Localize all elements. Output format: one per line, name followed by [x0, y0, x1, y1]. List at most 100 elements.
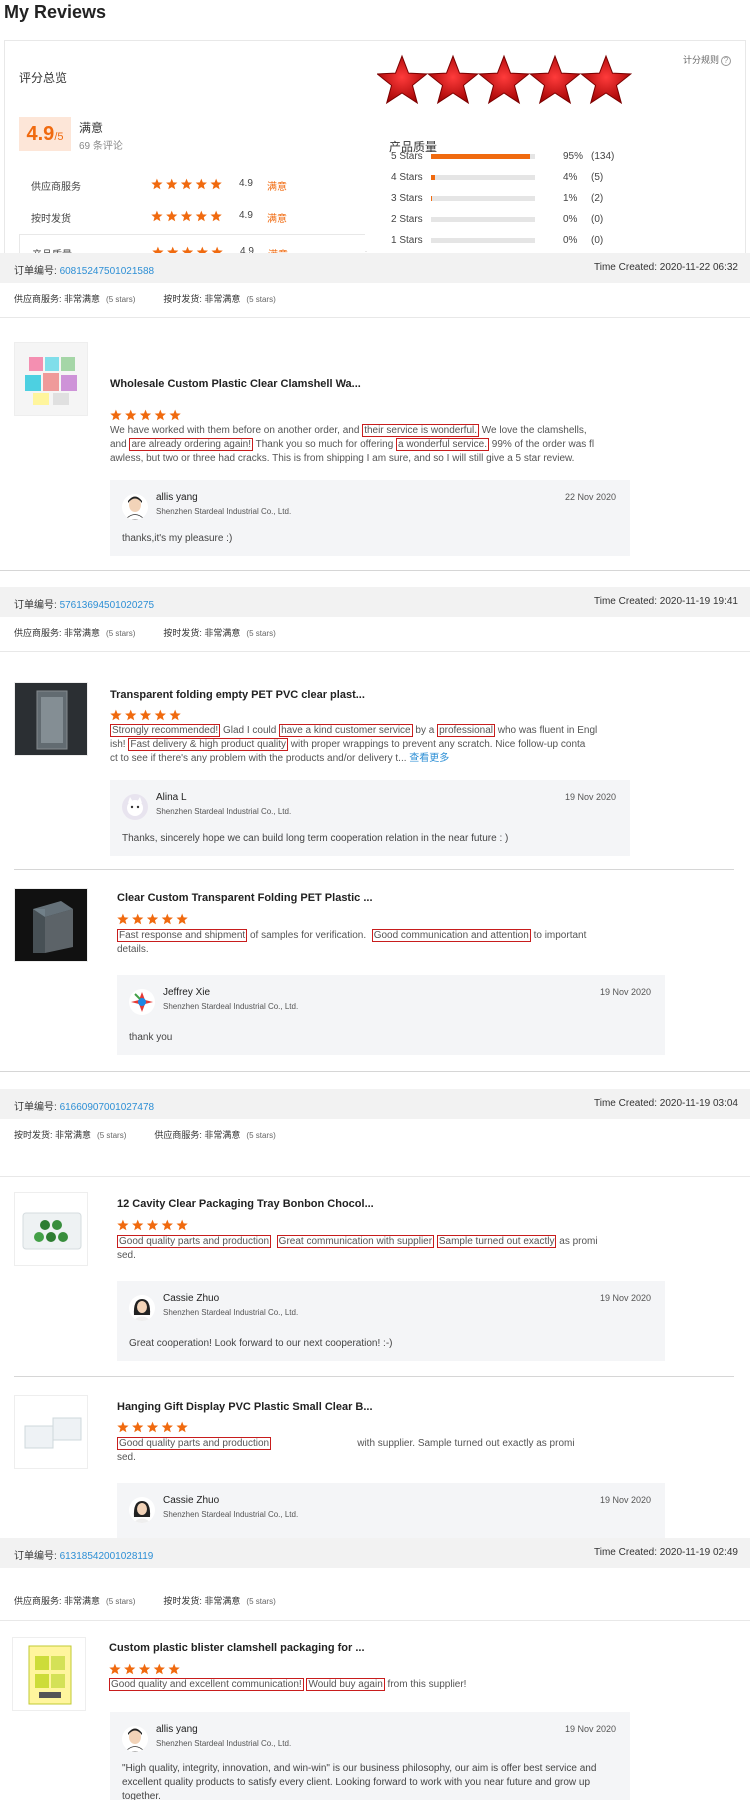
dimension-row-on-time[interactable]: 按时发货 4.9 满意 [19, 199, 365, 233]
distribution-count: (134) [591, 151, 615, 162]
product-title-link[interactable]: Custom plastic blister clamshell packagi… [109, 1642, 365, 1654]
star-icon [166, 210, 178, 222]
replier-company: Shenzhen Stardeal Industrial Co., Ltd. [163, 1308, 299, 1317]
review-text-segment: to important [530, 930, 587, 941]
supplier-reply: allis yang Shenzhen Stardeal Industrial C… [110, 480, 630, 556]
star-icon [117, 1421, 129, 1433]
product-thumbnail[interactable] [14, 682, 88, 756]
product-title-link[interactable]: Hanging Gift Display PVC Plastic Small C… [117, 1401, 373, 1413]
rating-dimension-label: 按时发货: [163, 628, 205, 638]
product-thumbnail[interactable] [14, 1192, 88, 1266]
distribution-percent: 0% [563, 235, 578, 246]
review-text-line: Strongly recommended! Glad I could have … [110, 724, 610, 738]
distribution-count: (0) [591, 235, 604, 246]
time-created: Time Created: 2020-11-19 02:49 [594, 1547, 738, 1558]
review-text-segment: 99% of the order was fl [488, 439, 595, 450]
supplier-reply: Cassie Zhuo Shenzhen Stardeal Industrial … [117, 1281, 665, 1361]
order-number-link[interactable]: 61660907001027478 [60, 1102, 155, 1113]
distribution-bar [431, 238, 535, 243]
order-number-label: 订单编号: [14, 1102, 60, 1113]
review-stars-icon [109, 1663, 180, 1675]
rating-dimension-label: 供应商服务: [14, 1596, 65, 1606]
star-icon [153, 1663, 165, 1675]
avatar [122, 494, 148, 520]
highlighted-phrase: Fast delivery & high product quality [128, 738, 288, 751]
highlighted-phrase: Good quality parts and production [117, 1235, 272, 1248]
review-count: 69 条评论 [79, 141, 123, 152]
highlighted-phrase: Fast response and shipment [117, 929, 248, 942]
star-icon [195, 178, 207, 190]
rating-dimension-label: 供应商服务: [14, 294, 65, 304]
big-stars-icon [377, 54, 632, 105]
distribution-row[interactable]: 1 Stars 0% (0) [391, 233, 711, 249]
review-text-segment: details. [117, 944, 149, 955]
divider [0, 317, 750, 318]
time-created-label: Time Created: [594, 262, 660, 273]
star-icon [124, 1663, 136, 1675]
product-thumbnail[interactable] [14, 342, 88, 416]
rating-dimension-label: 供应商服务: [154, 1130, 205, 1140]
rating-value: 非常满意 [64, 294, 101, 304]
order-number-link[interactable]: 60815247501021588 [60, 266, 155, 277]
review-text-segment: as promi [556, 1236, 598, 1247]
avatar [129, 1497, 155, 1523]
distribution-row[interactable]: 2 Stars 0% (0) [391, 212, 711, 228]
distribution-row[interactable]: 4 Stars 4% (5) [391, 170, 711, 186]
rating-stars-text: (5 stars) [106, 629, 136, 638]
divider [0, 651, 750, 652]
order-number-link[interactable]: 61318542001028119 [60, 1551, 154, 1562]
review-text-segment: ct to see if there's any problem with th… [110, 753, 410, 764]
order-number-link[interactable]: 57613694501020275 [60, 600, 155, 611]
distribution-bar-fill [431, 154, 530, 159]
star-icon [117, 1219, 129, 1231]
review-text-segment: from this supplier! [384, 1679, 467, 1690]
review-text-segment: Thank you so much for offering [253, 439, 397, 450]
rating-stars-text: (5 stars) [246, 629, 276, 638]
distribution-count: (5) [591, 172, 604, 183]
review-text: Good quality parts and production with s… [117, 1437, 637, 1465]
scoring-rules-link[interactable]: 计分规则? [683, 53, 731, 66]
distribution-label: 2 Stars [391, 214, 423, 225]
star-icon [146, 1219, 159, 1231]
star-icon [210, 210, 222, 222]
time-created-value: 2020-11-22 06:32 [659, 262, 738, 273]
dimension-label: 供应商服务 [31, 182, 81, 193]
highlighted-phrase: Would buy again [306, 1678, 385, 1691]
stars-icon [151, 178, 222, 190]
order-number-label: 订单编号: [14, 1551, 60, 1562]
product-title-link[interactable]: Clear Custom Transparent Folding PET Pla… [117, 892, 373, 904]
product-thumbnail[interactable] [14, 1395, 88, 1469]
review-text: Fast response and shipment of samples fo… [117, 929, 637, 957]
star-icon [176, 1219, 188, 1231]
distribution-row[interactable]: 3 Stars 1% (2) [391, 191, 711, 207]
review-text-line: awless, but two or three had cracks. Thi… [110, 452, 610, 466]
rating-summary-panel: 评分总览 计分规则? 4.9/5 满意 69 条评论 供应商服务 4.9 满意 … [4, 40, 746, 280]
distribution-percent: 95% [563, 151, 584, 162]
big-star-icon [377, 54, 429, 105]
see-more-link[interactable]: 查看更多 [409, 753, 449, 764]
product-title-link[interactable]: 12 Cavity Clear Packaging Tray Bonbon Ch… [117, 1198, 374, 1210]
highlighted-phrase: Great communication with supplier [276, 1235, 435, 1248]
big-star-icon [528, 54, 582, 105]
product-thumbnail[interactable] [12, 1637, 86, 1711]
time-created-label: Time Created: [594, 596, 660, 607]
product-title-link[interactable]: Wholesale Custom Plastic Clear Clamshell… [110, 378, 361, 390]
highlighted-phrase: their service is wonderful. [362, 424, 480, 437]
review-text-segment: sed. [117, 1250, 136, 1261]
distribution-percent: 1% [563, 193, 578, 204]
time-created-value: 2020-11-19 03:04 [659, 1098, 738, 1109]
review-text-segment: by a [412, 725, 438, 736]
star-icon [161, 913, 173, 925]
divider [0, 570, 750, 571]
product-thumbnail[interactable] [14, 888, 88, 962]
time-created: Time Created: 2020-11-19 03:04 [594, 1098, 738, 1109]
star-icon [125, 709, 137, 721]
distribution-row[interactable]: 5 Stars 95% (134) [391, 149, 711, 165]
dimension-status: 满意 [267, 182, 287, 193]
product-title-link[interactable]: Transparent folding empty PET PVC clear … [110, 689, 365, 701]
review-text-line: Good quality and excellent communication… [109, 1678, 609, 1692]
review-stars-icon [110, 709, 181, 721]
dimension-row-supplier-service[interactable]: 供应商服务 4.9 满意 [19, 167, 365, 201]
star-icon [132, 913, 144, 925]
distribution-percent: 0% [563, 214, 578, 225]
